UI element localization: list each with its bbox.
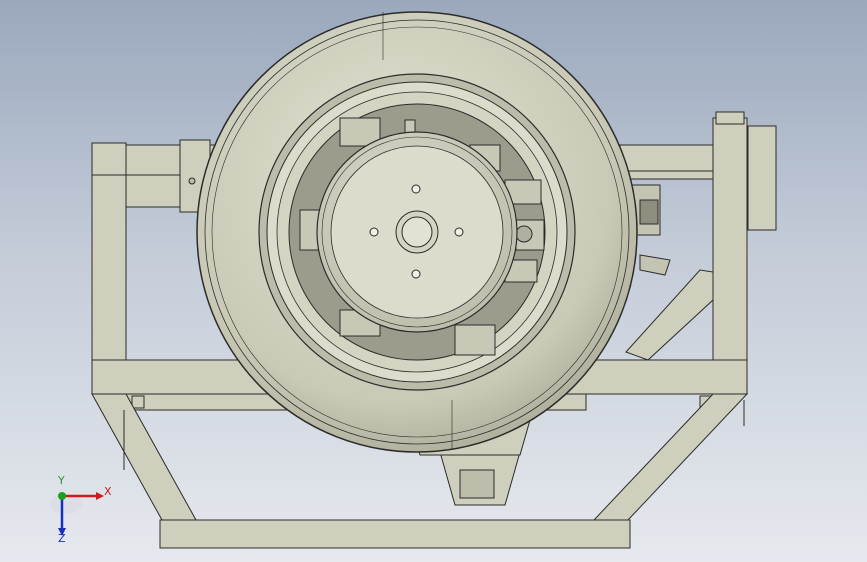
left-post-cap bbox=[91, 142, 127, 176]
bolt-hole-top bbox=[411, 184, 421, 194]
graphics-viewport[interactable]: X Y Z bbox=[0, 0, 867, 562]
left-post bbox=[91, 142, 127, 364]
x-axis-label: X bbox=[104, 485, 112, 498]
right-post-cap bbox=[715, 111, 745, 125]
hub-assembly bbox=[316, 131, 518, 333]
top-beam-right bbox=[619, 144, 714, 172]
top-beam-right-lower bbox=[619, 170, 714, 180]
right-diagonal-leg bbox=[592, 393, 749, 521]
base-rail bbox=[159, 519, 631, 549]
bolt-hole-left bbox=[369, 227, 379, 237]
model-view[interactable] bbox=[0, 0, 867, 562]
mid-tab-left bbox=[131, 395, 145, 409]
bolt-hole-right bbox=[454, 227, 464, 237]
bolt-hole-bottom bbox=[411, 269, 421, 279]
right-bracket bbox=[747, 125, 777, 231]
z-axis-label: Z bbox=[58, 532, 66, 545]
y-axis-dot bbox=[58, 492, 66, 500]
right-upper-diagonal bbox=[625, 269, 714, 361]
y-axis-label: Y bbox=[58, 474, 65, 487]
right-post bbox=[712, 117, 748, 364]
axle-bore-inner bbox=[401, 216, 433, 248]
orientation-triad: X Y Z bbox=[48, 474, 118, 545]
